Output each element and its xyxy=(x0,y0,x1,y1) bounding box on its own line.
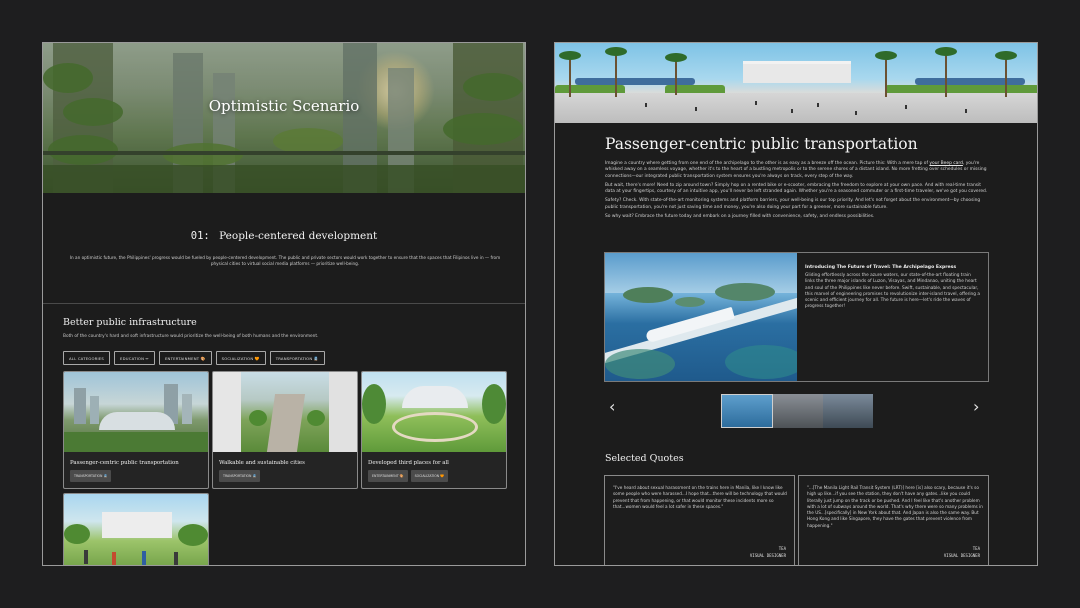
filter-education[interactable]: EDUCATION ✏ xyxy=(114,351,155,365)
card-image xyxy=(362,372,506,452)
article-body: Imagine a country where getting from one… xyxy=(605,161,989,223)
card-fourth-image[interactable] xyxy=(63,493,209,565)
card-passenger-transport[interactable]: Passenger-centric public transportation … xyxy=(63,371,209,489)
carousel-next-arrow-icon[interactable]: › xyxy=(973,399,979,415)
card-tag: TRANSPORTATION 🚆 xyxy=(219,470,261,482)
beep-card-link[interactable]: your Beep card xyxy=(929,161,963,166)
carousel-thumbnail[interactable] xyxy=(721,394,773,428)
card-tag: TRANSPORTATION 🚆 xyxy=(70,470,112,482)
carousel-prev-arrow-icon[interactable]: ‹ xyxy=(609,399,615,415)
category-filter-bar: ALL CATEGORIES EDUCATION ✏ ENTERTAINMENT… xyxy=(63,351,325,365)
quote-card: "I've heard about sexual harassment on t… xyxy=(604,475,795,565)
quote-author: TEA xyxy=(972,546,980,551)
scenario-page-panel: Optimistic Scenario 01: People-centered … xyxy=(42,42,526,566)
article-page-panel: Passenger-centric public transportation … xyxy=(554,42,1038,566)
article-hero-image xyxy=(555,43,1037,123)
card-title: Developed third places for all xyxy=(368,460,449,466)
quote-text: "...[The Manila Light Rail Transit Syste… xyxy=(807,485,983,528)
filter-all-categories[interactable]: ALL CATEGORIES xyxy=(63,351,111,365)
section-number: 01: xyxy=(190,230,210,242)
card-walkable-cities[interactable]: Walkable and sustainable cities TRANSPOR… xyxy=(212,371,358,489)
card-image xyxy=(64,372,208,452)
card-tag: ENTERTAINMENT 🎨 xyxy=(368,470,408,482)
feature-title: Introducing The Future of Travel: The Ar… xyxy=(805,265,957,270)
filter-socialization[interactable]: SOCIALIZATION 🧡 xyxy=(215,351,266,365)
card-title: Passenger-centric public transportation xyxy=(70,460,179,466)
carousel-thumbnail[interactable] xyxy=(773,394,823,428)
filter-entertainment[interactable]: ENTERTAINMENT 🎨 xyxy=(158,351,212,365)
quote-author: TEA xyxy=(778,546,786,551)
quote-card: "...[The Manila Light Rail Transit Syste… xyxy=(798,475,989,565)
quote-text: "I've heard about sexual harassment on t… xyxy=(613,485,787,509)
feature-slide: Introducing The Future of Travel: The Ar… xyxy=(604,252,989,382)
article-paragraph: But wait, there's more! Need to zip arou… xyxy=(605,182,988,195)
subsection-description: Both of the country's hard and soft infr… xyxy=(63,334,319,339)
section-description: In an optimistic future, the Philippines… xyxy=(69,255,501,267)
card-title: Walkable and sustainable cities xyxy=(219,460,305,466)
card-image xyxy=(213,372,357,452)
card-third-places[interactable]: Developed third places for all ENTERTAIN… xyxy=(361,371,507,489)
hero-banner-image: Optimistic Scenario xyxy=(43,43,525,193)
section-title: People-centered development xyxy=(219,230,378,242)
card-tag: SOCIALIZATION 🧡 xyxy=(410,470,449,482)
section-heading: 01: People-centered development xyxy=(43,230,525,242)
hero-title: Optimistic Scenario xyxy=(208,97,360,115)
article-title: Passenger-centric public transportation xyxy=(605,135,918,153)
article-paragraph: Safety? Check. With state-of-the-art mon… xyxy=(605,198,981,210)
divider xyxy=(43,303,525,304)
filter-transportation[interactable]: TRANSPORTATION 🚆 xyxy=(269,351,325,365)
quote-role: VISUAL DESIGNER xyxy=(943,553,980,558)
carousel-thumbnail[interactable] xyxy=(823,394,873,428)
article-paragraph: Imagine a country where getting from one… xyxy=(605,161,987,179)
article-paragraph: So why wait? Embrace the future today an… xyxy=(605,214,875,220)
carousel-thumbnails xyxy=(721,394,873,428)
quote-role: VISUAL DESIGNER xyxy=(749,553,786,558)
subsection-title: Better public infrastructure xyxy=(63,317,197,328)
floating-train-image xyxy=(605,253,797,381)
feature-text: Gliding effortlessly across the azure wa… xyxy=(805,273,980,310)
quotes-heading: Selected Quotes xyxy=(605,453,684,464)
